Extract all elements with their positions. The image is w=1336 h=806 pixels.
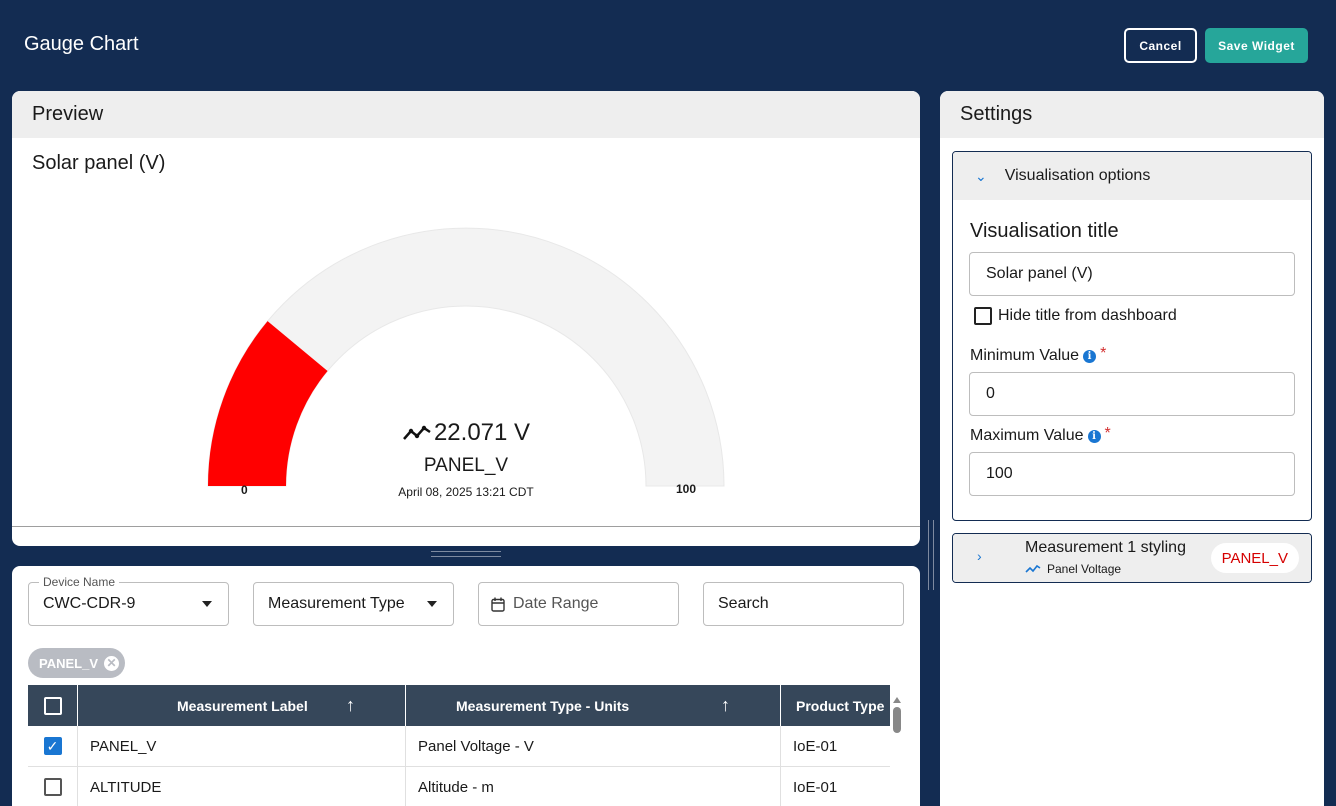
column-header-text: Product Type [796,697,885,714]
preview-heading: Preview [12,91,920,138]
sort-arrow-up-icon[interactable]: ↑ [721,695,730,716]
scroll-thumb[interactable] [893,707,901,733]
table-scrollbar[interactable] [890,685,904,806]
search-input[interactable]: Search [703,582,904,626]
table-header: Measurement Label ↑ Measurement Type - U… [28,685,890,726]
row-checkbox[interactable] [43,778,62,796]
visualisation-options-toggle[interactable]: ⌄ Visualisation options [953,152,1311,200]
date-range-placeholder: Date Range [513,595,599,612]
search-placeholder: Search [718,595,769,612]
date-range-input[interactable]: Date Range [478,582,679,626]
measurement-styling-sub: Panel Voltage [1025,562,1121,576]
visualisation-title-label: Visualisation title [970,220,1119,242]
vertical-resize-handle[interactable] [928,520,936,590]
chip-label: PANEL_V [39,655,98,671]
gauge-value-text: 22.071 V [433,419,531,446]
cell-type-units: Altitude - m [406,767,781,806]
hide-title-label: Hide title from dashboard [998,307,1177,324]
visualisation-options-section: ⌄ Visualisation options Visualisation ti… [952,151,1312,521]
save-widget-button[interactable]: Save Widget [1205,28,1308,63]
cell-label: PANEL_V [78,726,406,766]
scroll-up-arrow-icon[interactable] [893,697,901,703]
top-bar: Gauge Chart Cancel Save Widget [0,0,1336,90]
device-name-value: CWC-CDR-9 [43,595,136,612]
select-all-checkbox[interactable] [43,696,62,715]
select-all-checkbox-cell [28,685,78,726]
gauge-timestamp: April 08, 2025 13:21 CDT [398,485,534,499]
chevron-down-icon: ⌄ [975,167,987,184]
gauge-series-label: PANEL_V [423,455,509,476]
gauge-min-label: 0 [241,483,248,497]
maximum-value-label-text: Maximum Value [970,427,1084,444]
row-checkbox-checked[interactable]: ✓ [43,737,62,755]
sort-arrow-up-icon[interactable]: ↑ [346,695,355,716]
chip-remove-icon[interactable]: ✕ [104,655,119,671]
table-row[interactable]: ALTITUDE Altitude - m IoE-01 [28,767,890,806]
filter-chip[interactable]: PANEL_V ✕ [28,648,125,678]
maximum-value-label: Maximum Value i * [970,425,1111,445]
page-title: Gauge Chart [24,33,139,55]
visualisation-options-label: Visualisation options [1004,167,1151,184]
measurement-styling-section: › Measurement 1 styling Panel Voltage PA… [952,533,1312,583]
gauge-chart [207,227,725,487]
hide-title-checkbox[interactable]: Hide title from dashboard [974,307,1177,325]
settings-heading: Settings [940,91,1324,138]
maximum-value-input[interactable]: 100 [969,452,1295,496]
column-header-measurement-label[interactable]: Measurement Label ↑ [78,685,406,726]
settings-panel: Settings ⌄ Visualisation options Visuali… [940,91,1324,806]
measurement-styling-toggle[interactable]: › Measurement 1 styling Panel Voltage PA… [953,534,1311,582]
horizontal-resize-handle[interactable] [431,551,501,559]
trend-line-icon [403,425,431,440]
table-row[interactable]: ✓ PANEL_V Panel Voltage - V IoE-01 [28,726,890,767]
column-header-text: Measurement Label [177,697,308,714]
measurement-styling-sub-text: Panel Voltage [1047,562,1122,576]
calendar-icon [491,597,505,612]
minimum-value-input[interactable]: 0 [969,372,1295,416]
measurement-styling-label: Measurement 1 styling [1025,539,1186,556]
required-asterisk: * [1100,345,1107,362]
caret-down-icon [202,601,212,607]
measurement-type-placeholder: Measurement Type [268,595,405,612]
trend-line-icon [1025,564,1041,573]
column-header-measurement-type[interactable]: Measurement Type - Units ↑ [406,685,781,726]
column-header-text: Measurement Type - Units [456,697,630,714]
info-icon[interactable]: i [1087,429,1101,443]
required-asterisk: * [1104,425,1111,442]
checkbox-box[interactable] [974,307,992,325]
row-checkbox-cell [28,767,78,806]
data-selection-panel: Device Name CWC-CDR-9 Measurement Type D… [12,566,920,806]
preview-panel: Preview Solar panel (V) 22.071 V PANEL_V… [12,91,920,546]
chevron-right-icon: › [977,548,982,564]
row-checkbox-cell: ✓ [28,726,78,766]
measurement-table: Measurement Label ↑ Measurement Type - U… [28,685,890,806]
column-header-product-type[interactable]: Product Type [781,685,890,726]
cell-type-units: Panel Voltage - V [406,726,781,766]
cell-product: IoE-01 [793,778,838,796]
divider [12,526,920,527]
visualisation-title-input[interactable]: Solar panel (V) [969,252,1295,296]
info-icon[interactable]: i [1083,349,1097,363]
device-name-select[interactable]: Device Name CWC-CDR-9 [28,575,229,626]
caret-down-icon [427,601,437,607]
gauge-max-label: 100 [676,482,697,496]
cell-label: ALTITUDE [78,767,406,806]
gauge-value: 22.071 V [12,419,920,447]
minimum-value-label-text: Minimum Value [970,347,1080,364]
measurement-pill: PANEL_V [1210,543,1299,573]
cell-product: IoE-01 [793,737,838,755]
cancel-button[interactable]: Cancel [1124,28,1197,63]
device-name-legend: Device Name [39,575,120,589]
minimum-value-label: Minimum Value i * [970,345,1107,365]
measurement-type-select[interactable]: Measurement Type [253,582,454,626]
